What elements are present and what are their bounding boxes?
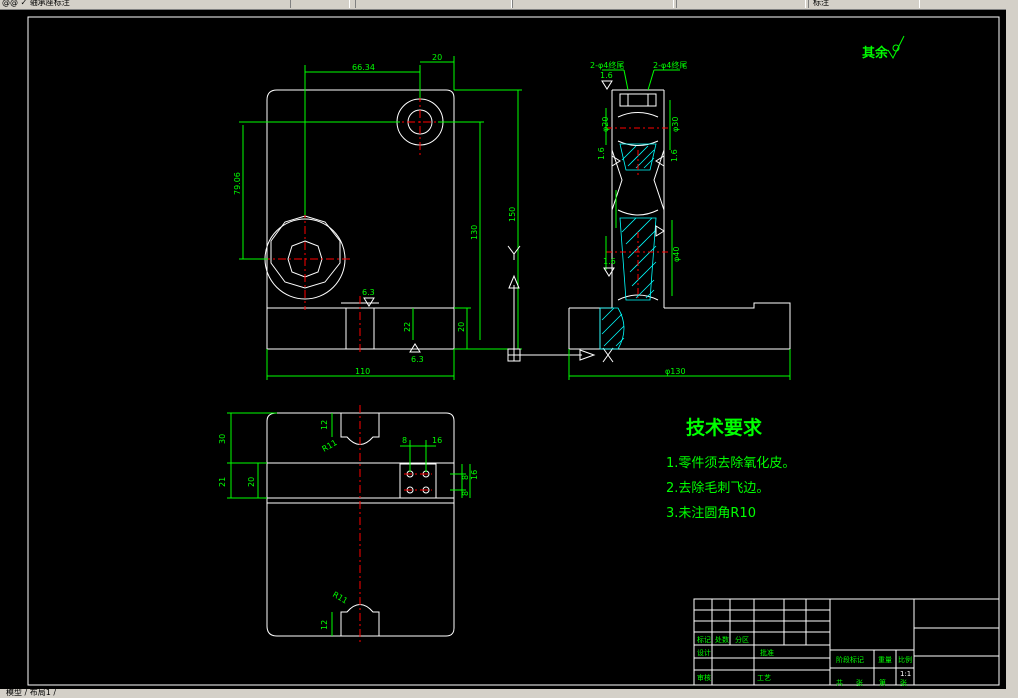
dim-22: 22	[403, 322, 412, 332]
tb-design: 设计	[697, 648, 711, 657]
tb-total: 共	[836, 678, 843, 687]
status-bar: 模型 / 布局1 /	[0, 688, 1006, 698]
dim-66-34: 66.34	[352, 63, 375, 72]
front-view	[264, 89, 455, 350]
dim-21: 21	[218, 477, 227, 487]
dim-r11-bottom: R11	[331, 590, 349, 606]
roughness-note: 其余	[862, 45, 889, 61]
dim-phi20: φ20	[601, 117, 610, 132]
tb-stage-mark: 阶段标记	[836, 655, 864, 664]
dim-8-a: 8	[402, 436, 407, 445]
dim-79-06: 79.06	[233, 172, 242, 195]
side-view-hatching	[599, 143, 657, 350]
roughness-note-symbol	[887, 35, 905, 60]
tech-requirements-title: 技术要求	[686, 416, 763, 439]
tb-scale-value: 1:1	[900, 670, 911, 678]
dim-110: 110	[355, 367, 370, 376]
dim-150: 150	[508, 207, 517, 222]
tech-item-1: 1.零件须去除氧化皮。	[666, 456, 795, 471]
tb-approve: 批准	[760, 648, 774, 657]
front-view-dimensions	[239, 56, 522, 380]
roughness-1-6-lower: 1.6	[603, 257, 616, 266]
top-view-dimensions	[227, 412, 471, 636]
dim-8-b: 8	[461, 475, 470, 480]
tb-scale-label: 比例	[898, 655, 912, 664]
dim-20-side: 20	[457, 322, 466, 332]
dim-12-top: 12	[320, 420, 329, 430]
dim-8-c: 8	[461, 491, 470, 496]
roughness-1-6-right: 1.6	[670, 149, 679, 162]
dim-16-b: 16	[470, 470, 479, 480]
tb-sheets: 张	[856, 678, 863, 687]
dim-phi130: φ130	[665, 367, 686, 376]
tech-item-2: 2.去除毛刺飞边。	[666, 481, 769, 496]
dim-r11-top: R11	[321, 438, 339, 454]
cad-drawing-canvas[interactable]: 66.34 20 79.06 150 130 6.3 22 20 110 6.3	[0, 0, 1006, 689]
roughness-6-3-a: 6.3	[362, 288, 375, 297]
tb-count: 处数	[715, 635, 729, 644]
roughness-1-6-top: 1.6	[600, 71, 613, 80]
dim-phi30: φ30	[671, 117, 680, 132]
roughness-1-6-left: 1.6	[597, 147, 606, 160]
tb-review: 审核	[697, 673, 711, 682]
roughness-symbol-b	[409, 343, 421, 353]
dim-130: 130	[470, 225, 479, 240]
tb-weight: 重量	[878, 656, 892, 664]
tb-process: 工艺	[757, 674, 771, 682]
dim-20-top: 20	[432, 53, 442, 62]
roughness-6-3-b: 6.3	[411, 355, 424, 364]
tb-mark: 标记	[697, 635, 711, 644]
tb-zone: 分区	[735, 635, 749, 644]
dim-phi40: φ40	[672, 247, 681, 262]
dim-30: 30	[218, 434, 227, 444]
dim-16-a: 16	[432, 436, 442, 445]
ucs-icon	[507, 245, 614, 363]
roughness-symbol-a	[363, 297, 375, 307]
dim-20-top-view: 20	[247, 477, 256, 487]
dim-12-bottom: 12	[320, 620, 329, 630]
tech-item-3: 3.未注圆角R10	[666, 506, 756, 521]
vertical-scrollbar[interactable]	[1006, 9, 1018, 698]
label-2-phi4-right: 2-φ4终尾	[653, 60, 687, 70]
tb-sheets-2: 张	[900, 678, 907, 687]
tb-sheet-no: 第	[879, 678, 886, 687]
label-2-phi4-left: 2-φ4终尾	[590, 60, 624, 70]
